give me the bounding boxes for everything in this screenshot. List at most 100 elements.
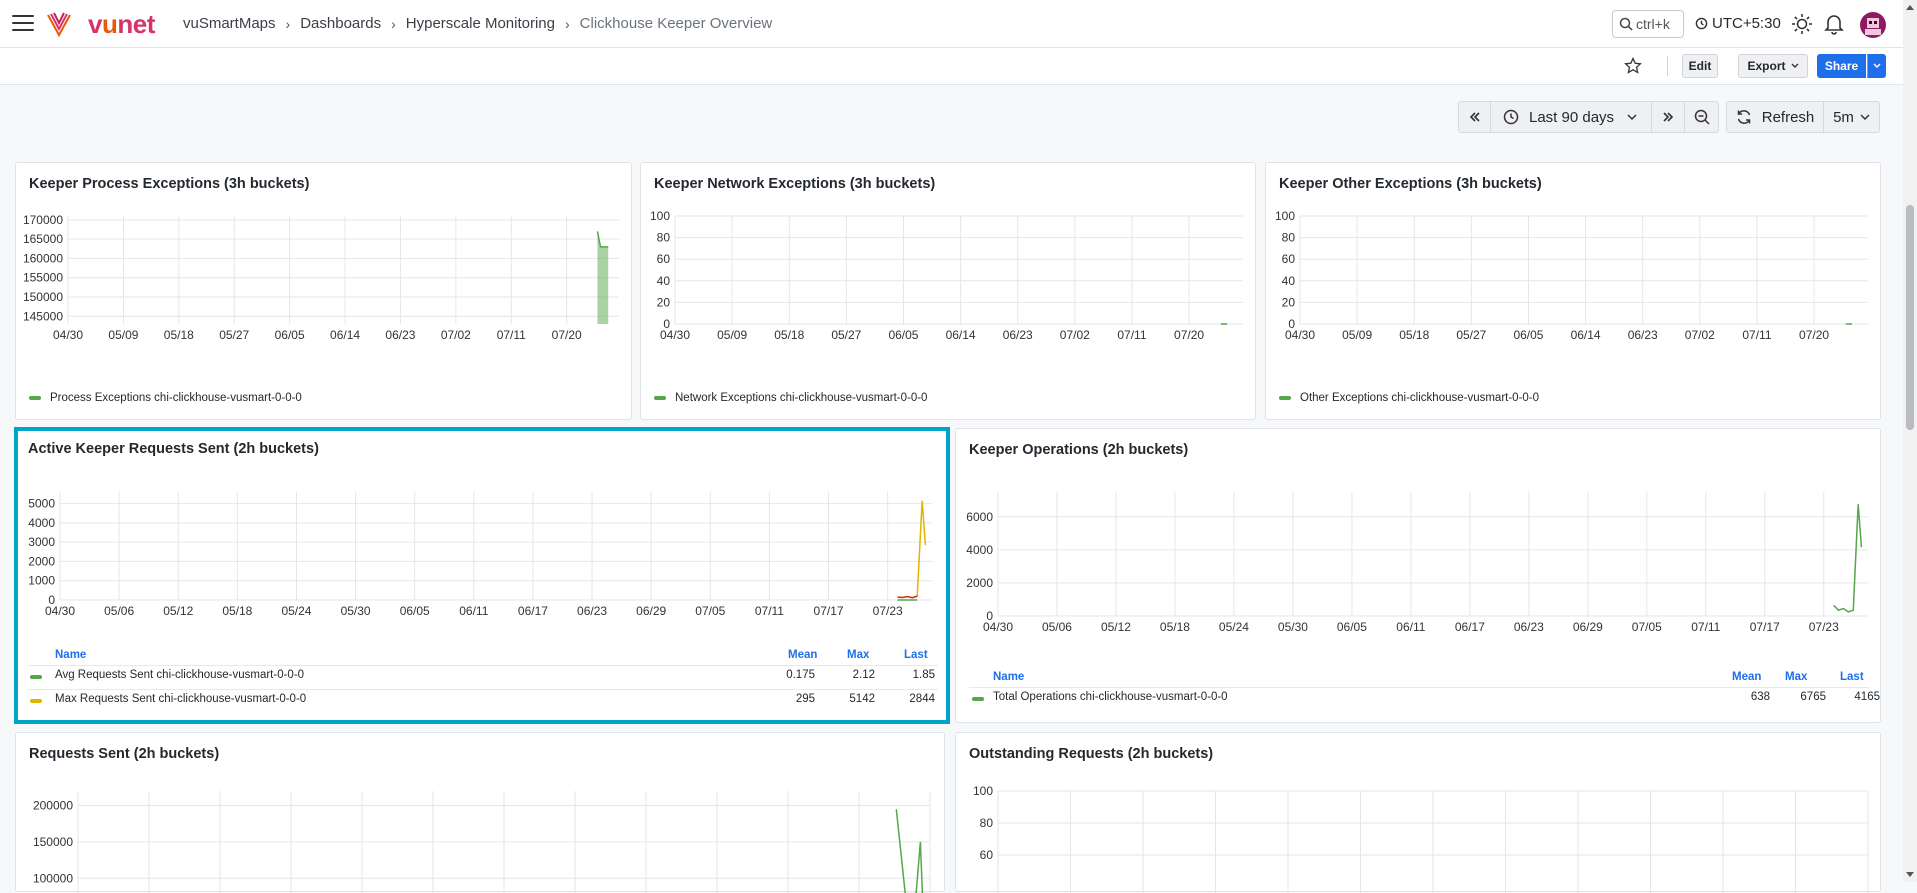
y-tick-label: 155000 bbox=[23, 271, 63, 285]
search-input[interactable]: ctrl+k bbox=[1612, 10, 1684, 38]
legend-item[interactable]: Network Exceptions chi-clickhouse-vusmar… bbox=[654, 392, 927, 404]
x-tick-label: 04/30 bbox=[53, 328, 83, 342]
x-tick-label: 04/30 bbox=[660, 328, 690, 342]
legend-item[interactable]: Process Exceptions chi-clickhouse-vusmar… bbox=[29, 392, 302, 404]
x-tick-label: 07/02 bbox=[1685, 328, 1715, 342]
double-chevron-left-icon bbox=[1469, 112, 1481, 122]
time-shift-back-button[interactable] bbox=[1458, 101, 1491, 133]
active-requests-chart[interactable]: 01000200030004000500004/3005/0605/1205/1… bbox=[18, 484, 946, 644]
breadcrumb: vuSmartMaps › Dashboards › Hyperscale Mo… bbox=[183, 15, 772, 32]
legend-last-value: 1.85 bbox=[913, 669, 935, 681]
panel-title[interactable]: Outstanding Requests (2h buckets) bbox=[969, 746, 1213, 762]
x-tick-label: 07/05 bbox=[1632, 620, 1662, 634]
share-button[interactable]: Share bbox=[1817, 54, 1866, 78]
legend-row[interactable]: Avg Requests Sent chi-clickhouse-vusmart… bbox=[28, 665, 938, 685]
panel-title[interactable]: Requests Sent (2h buckets) bbox=[29, 746, 219, 762]
legend-header-max[interactable]: Max bbox=[1785, 671, 1807, 683]
legend-row[interactable]: Total Operations chi-clickhouse-vusmart-… bbox=[969, 687, 1869, 707]
y-tick-label: 60 bbox=[980, 848, 994, 862]
chevron-right-icon: › bbox=[391, 16, 396, 32]
y-tick-label: 6000 bbox=[966, 510, 993, 524]
legend-header-mean[interactable]: Mean bbox=[1732, 671, 1761, 683]
x-tick-label: 06/17 bbox=[518, 604, 548, 618]
x-tick-label: 06/05 bbox=[888, 328, 918, 342]
x-tick-label: 05/09 bbox=[1342, 328, 1372, 342]
time-range-picker[interactable]: Last 90 days bbox=[1490, 101, 1652, 133]
legend-label: Other Exceptions chi-clickhouse-vusmart-… bbox=[1300, 392, 1539, 404]
time-shift-forward-button[interactable] bbox=[1651, 101, 1685, 133]
refresh-interval-picker[interactable]: 5m bbox=[1823, 101, 1880, 133]
other-exceptions-chart[interactable]: 02040608010004/3005/0905/1805/2706/0506/… bbox=[1266, 208, 1880, 358]
x-tick-label: 07/11 bbox=[755, 604, 784, 618]
panel-title[interactable]: Keeper Operations (2h buckets) bbox=[969, 442, 1188, 458]
notification-bell-icon[interactable] bbox=[1822, 12, 1846, 36]
zoom-out-button[interactable] bbox=[1684, 101, 1719, 133]
panel-title[interactable]: Keeper Network Exceptions (3h buckets) bbox=[654, 176, 935, 192]
breadcrumb-hyperscale-monitoring[interactable]: Hyperscale Monitoring bbox=[406, 15, 555, 32]
y-tick-label: 170000 bbox=[23, 213, 63, 227]
panel-keeper-network-exceptions: Keeper Network Exceptions (3h buckets) 0… bbox=[640, 162, 1256, 420]
legend-swatch bbox=[30, 675, 42, 679]
requests-sent-chart[interactable]: 100000150000200000 bbox=[16, 783, 944, 893]
share-dropdown-button[interactable] bbox=[1867, 54, 1886, 78]
legend-swatch bbox=[654, 396, 666, 400]
legend-item[interactable]: Other Exceptions chi-clickhouse-vusmart-… bbox=[1279, 392, 1539, 404]
y-tick-label: 200000 bbox=[33, 799, 73, 813]
timezone-selector[interactable]: UTC+5:30 bbox=[1695, 15, 1781, 32]
keeper-operations-chart[interactable]: 020004000600004/3005/0605/1205/1805/2405… bbox=[956, 484, 1880, 669]
y-tick-label: 60 bbox=[657, 252, 671, 266]
outstanding-requests-chart[interactable]: 6080100 bbox=[956, 783, 1880, 893]
breadcrumb-dashboards[interactable]: Dashboards bbox=[300, 15, 381, 32]
edit-button[interactable]: Edit bbox=[1682, 54, 1718, 78]
x-tick-label: 05/27 bbox=[831, 328, 861, 342]
panel-title[interactable]: Keeper Process Exceptions (3h buckets) bbox=[29, 176, 309, 192]
panel-title[interactable]: Keeper Other Exceptions (3h buckets) bbox=[1279, 176, 1542, 192]
refresh-button[interactable]: Refresh bbox=[1726, 101, 1824, 133]
y-tick-label: 5000 bbox=[28, 497, 55, 511]
x-tick-label: 06/05 bbox=[400, 604, 430, 618]
legend-swatch bbox=[1279, 396, 1291, 400]
series-line-threshold bbox=[898, 596, 918, 598]
y-tick-label: 145000 bbox=[23, 309, 63, 323]
menu-icon[interactable] bbox=[12, 15, 34, 33]
panel-keeper-other-exceptions: Keeper Other Exceptions (3h buckets) 020… bbox=[1265, 162, 1881, 420]
process-exceptions-chart[interactable]: 14500015000015500016000016500017000004/3… bbox=[16, 208, 631, 358]
clock-icon bbox=[1695, 17, 1708, 30]
timezone-label: UTC+5:30 bbox=[1712, 15, 1781, 32]
page-scrollbar[interactable] bbox=[1903, 0, 1917, 882]
x-tick-label: 05/18 bbox=[774, 328, 804, 342]
x-tick-label: 06/14 bbox=[1571, 328, 1601, 342]
network-exceptions-chart[interactable]: 02040608010004/3005/0905/1805/2706/0506/… bbox=[641, 208, 1255, 358]
scroll-up-arrow-icon[interactable] bbox=[1905, 3, 1915, 11]
y-tick-label: 100000 bbox=[33, 871, 73, 885]
legend-header-last[interactable]: Last bbox=[1840, 671, 1864, 683]
panel-active-keeper-requests-sent[interactable]: Active Keeper Requests Sent (2h buckets)… bbox=[14, 427, 950, 724]
top-bar: vunet vuSmartMaps › Dashboards › Hypersc… bbox=[0, 0, 1917, 48]
legend-header-last[interactable]: Last bbox=[904, 649, 928, 661]
y-tick-label: 20 bbox=[657, 295, 671, 309]
legend-header-name[interactable]: Name bbox=[993, 671, 1024, 683]
favorite-star-icon[interactable] bbox=[1621, 54, 1645, 78]
legend-header-max[interactable]: Max bbox=[847, 649, 869, 661]
breadcrumb-vusmartmaps[interactable]: vuSmartMaps bbox=[183, 15, 276, 32]
legend-header-mean[interactable]: Mean bbox=[788, 649, 817, 661]
x-tick-label: 05/12 bbox=[1101, 620, 1131, 634]
panel-title[interactable]: Active Keeper Requests Sent (2h buckets) bbox=[28, 441, 319, 457]
chevron-right-icon: › bbox=[565, 16, 570, 32]
avatar[interactable] bbox=[1860, 12, 1886, 38]
dashboard-toolbar: Edit Export Share bbox=[0, 48, 1917, 85]
x-tick-label: 04/30 bbox=[45, 604, 75, 618]
theme-toggle-sun-icon[interactable] bbox=[1790, 12, 1814, 36]
x-tick-label: 07/23 bbox=[1809, 620, 1839, 634]
x-tick-label: 07/17 bbox=[1750, 620, 1780, 634]
y-tick-label: 4000 bbox=[28, 516, 55, 530]
x-tick-label: 05/24 bbox=[1219, 620, 1249, 634]
panel-keeper-process-exceptions: Keeper Process Exceptions (3h buckets) 1… bbox=[15, 162, 632, 420]
scrollbar-thumb[interactable] bbox=[1906, 205, 1914, 430]
legend-header-name[interactable]: Name bbox=[55, 649, 86, 661]
scroll-down-arrow-icon[interactable] bbox=[1905, 871, 1915, 879]
y-tick-label: 100 bbox=[973, 784, 993, 798]
export-button[interactable]: Export bbox=[1738, 54, 1808, 78]
legend-row[interactable]: Max Requests Sent chi-clickhouse-vusmart… bbox=[28, 689, 938, 709]
x-tick-label: 07/02 bbox=[441, 328, 471, 342]
